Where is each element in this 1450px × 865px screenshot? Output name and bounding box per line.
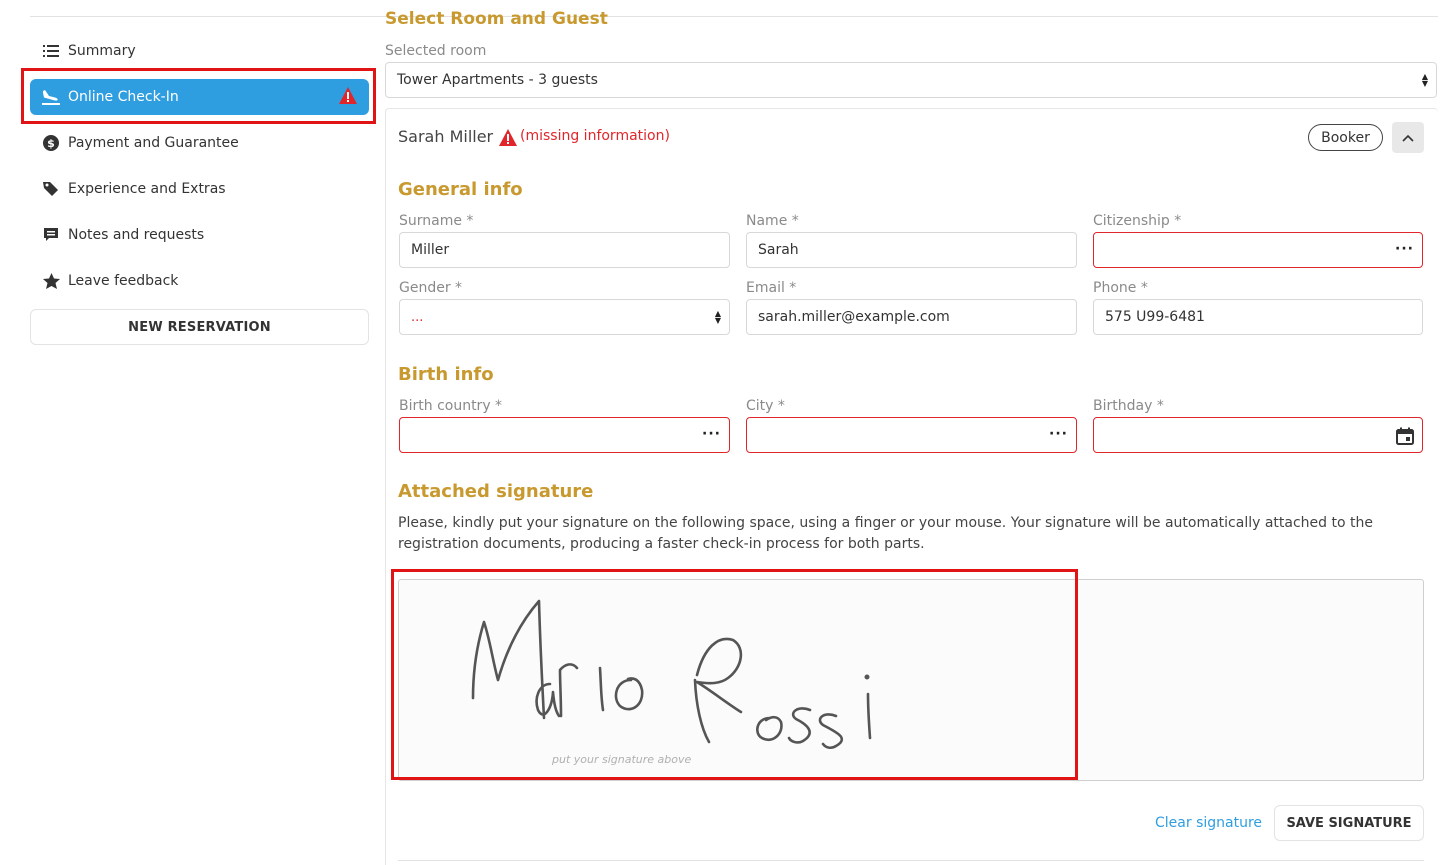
missing-info-text: (missing information) [520,128,670,144]
email-value: sarah.miller@example.com [758,309,950,325]
booker-badge: Booker [1308,124,1383,151]
sidebar-item-label: Experience and Extras [68,181,226,197]
gender-label: Gender * [399,280,463,296]
sidebar-item-label: Notes and requests [68,227,205,243]
birth-info-title: Birth info [398,364,494,385]
more-icon[interactable]: ··· [702,426,721,442]
sidebar-item-feedback[interactable]: Leave feedback [30,263,370,299]
highlight-box [391,569,1078,780]
citizenship-label: Citizenship * [1093,213,1182,229]
sidebar-item-notes[interactable]: Notes and requests [30,217,370,253]
phone-label: Phone * [1093,280,1148,296]
more-icon[interactable]: ··· [1395,241,1414,257]
save-signature-button[interactable]: SAVE SIGNATURE [1274,805,1424,841]
sidebar-item-summary[interactable]: Summary [30,33,370,69]
select-arrows-icon: ▲ ▼ [714,309,721,325]
list-icon [42,42,60,60]
sidebar-item-label: Leave feedback [68,273,179,289]
general-info-title: General info [398,179,523,200]
bottom-divider [398,860,1424,861]
surname-label: Surname * [399,213,474,229]
surname-value: Miller [411,242,450,258]
phone-value: 575 U99-6481 [1105,309,1205,325]
top-divider [30,16,1438,17]
sidebar-item-label: Summary [68,43,136,59]
guest-name: Sarah Miller [398,127,494,146]
birth-country-field[interactable]: ··· [399,417,730,453]
new-reservation-button[interactable]: NEW RESERVATION [30,309,369,345]
signature-title: Attached signature [398,481,594,502]
surname-field[interactable]: Miller [399,232,730,268]
name-label: Name * [746,213,799,229]
star-icon [42,272,60,290]
selected-room-label: Selected room [385,43,487,59]
birthday-label: Birthday * [1093,398,1164,414]
comment-icon [42,226,60,244]
citizenship-field[interactable]: ··· [1093,232,1423,268]
email-label: Email * [746,280,797,296]
phone-field[interactable]: 575 U99-6481 [1093,299,1423,335]
tags-icon [42,180,60,198]
section-title: Select Room and Guest [385,9,608,28]
clear-signature-link[interactable]: Clear signature [1155,815,1262,831]
birth-country-label: Birth country * [399,398,503,414]
city-label: City * [746,398,785,414]
calendar-icon[interactable] [1396,427,1414,449]
birth-city-field[interactable]: ··· [746,417,1077,453]
more-icon[interactable]: ··· [1049,426,1068,442]
name-value: Sarah [758,242,799,258]
sidebar-item-payment[interactable]: $ Payment and Guarantee [30,125,370,161]
name-field[interactable]: Sarah [746,232,1077,268]
warning-icon [499,129,517,150]
room-select[interactable]: Tower Apartments - 3 guests ▲ ▼ [385,62,1437,98]
room-select-value: Tower Apartments - 3 guests [397,72,598,88]
birthday-field[interactable] [1093,417,1423,453]
sidebar-item-experience[interactable]: Experience and Extras [30,171,370,207]
signature-instructions: Please, kindly put your signature on the… [398,515,1373,552]
collapse-button[interactable] [1392,122,1424,153]
highlight-box [21,68,376,124]
email-field[interactable]: sarah.miller@example.com [746,299,1077,335]
gender-select[interactable]: ... ▲ ▼ [399,299,730,335]
gender-value: ... [411,309,424,325]
svg-text:$: $ [47,137,55,150]
sidebar-item-label: Payment and Guarantee [68,135,239,151]
dollar-circle-icon: $ [42,134,60,152]
chevron-up-icon [1402,130,1414,146]
select-arrows-icon: ▲ ▼ [1421,72,1428,88]
